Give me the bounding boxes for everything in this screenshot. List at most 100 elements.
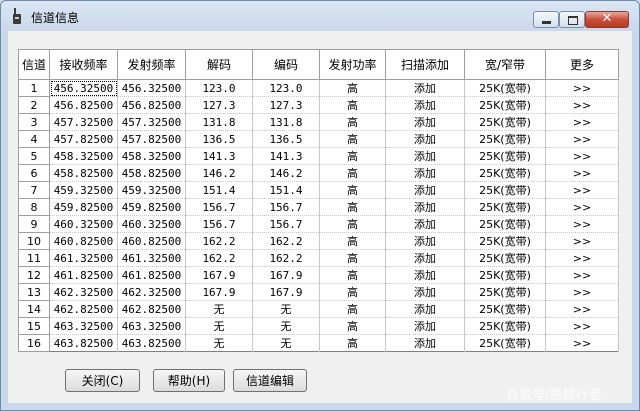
cell-scan-add[interactable]: 添加 [385, 130, 465, 148]
help-button[interactable]: 帮助(H) [153, 369, 225, 392]
cell-rx-frequency[interactable]: 462.32500 [49, 283, 118, 301]
cell-more-button[interactable]: >> [545, 198, 619, 216]
cell-scan-add[interactable]: 添加 [385, 96, 465, 114]
cell-channel-number[interactable]: 4 [18, 130, 50, 148]
cell-more-button[interactable]: >> [545, 181, 619, 199]
cell-bandwidth[interactable]: 25K(宽带) [464, 130, 546, 148]
cell-bandwidth[interactable]: 25K(宽带) [464, 266, 546, 284]
close-window-button[interactable]: ✕ [585, 11, 629, 28]
cell-rx-frequency[interactable]: 457.82500 [49, 130, 118, 148]
cell-tx-power[interactable]: 高 [319, 79, 386, 97]
cell-channel-number[interactable]: 6 [18, 164, 50, 182]
cell-channel-number[interactable]: 12 [18, 266, 50, 284]
cell-tx-frequency[interactable]: 460.32500 [117, 215, 186, 233]
cell-decode-value[interactable]: 156.7 [185, 215, 253, 233]
cell-tx-power[interactable]: 高 [319, 147, 386, 165]
cell-encode-value[interactable]: 156.7 [252, 198, 320, 216]
cell-more-button[interactable]: >> [545, 232, 619, 250]
cell-encode-value[interactable]: 167.9 [252, 266, 320, 284]
col-header-tx-freq[interactable]: 发射频率 [117, 49, 186, 80]
cell-encode-value[interactable]: 162.2 [252, 249, 320, 267]
table-row[interactable]: 13 462.32500 462.32500 167.9 167.9 高添加 25K(宽带)… [18, 283, 619, 301]
cell-tx-frequency[interactable]: 458.32500 [117, 147, 186, 165]
cell-more-button[interactable]: >> [545, 249, 619, 267]
cell-scan-add[interactable]: 添加 [385, 334, 465, 352]
cell-rx-frequency[interactable]: 460.32500 [49, 215, 118, 233]
cell-rx-frequency[interactable]: 456.32500 [49, 79, 118, 97]
cell-decode-value[interactable]: 131.8 [185, 113, 253, 131]
table-row[interactable]: 2 456.82500 456.82500 127.3 127.3 高添加 25K(宽带) >… [18, 96, 619, 114]
cell-rx-frequency[interactable]: 456.82500 [49, 96, 118, 114]
cell-scan-add[interactable]: 添加 [385, 79, 465, 97]
cell-tx-frequency[interactable]: 456.82500 [117, 96, 186, 114]
cell-more-button[interactable]: >> [545, 164, 619, 182]
cell-bandwidth[interactable]: 25K(宽带) [464, 232, 546, 250]
cell-decode-value[interactable]: 162.2 [185, 232, 253, 250]
cell-rx-frequency[interactable]: 460.82500 [49, 232, 118, 250]
cell-more-button[interactable]: >> [545, 96, 619, 114]
cell-bandwidth[interactable]: 25K(宽带) [464, 334, 546, 352]
cell-channel-number[interactable]: 13 [18, 283, 50, 301]
close-button[interactable]: 关闭(C) [65, 369, 140, 392]
col-header-decode[interactable]: 解码 [185, 49, 253, 80]
table-row[interactable]: 15 463.32500 463.32500 无无高添加 25K(宽带) >> [18, 317, 619, 335]
cell-decode-value[interactable]: 136.5 [185, 130, 253, 148]
cell-more-button[interactable]: >> [545, 283, 619, 301]
cell-encode-value[interactable]: 136.5 [252, 130, 320, 148]
cell-tx-frequency[interactable]: 459.32500 [117, 181, 186, 199]
table-row[interactable]: 5 458.32500 458.32500 141.3 141.3 高添加 25K(宽带) >… [18, 147, 619, 165]
cell-decode-value[interactable]: 141.3 [185, 147, 253, 165]
cell-tx-frequency[interactable]: 460.82500 [117, 232, 186, 250]
cell-encode-value[interactable]: 无 [252, 317, 320, 335]
cell-tx-frequency[interactable]: 463.32500 [117, 317, 186, 335]
cell-decode-value[interactable]: 123.0 [185, 79, 253, 97]
cell-scan-add[interactable]: 添加 [385, 198, 465, 216]
cell-more-button[interactable]: >> [545, 147, 619, 165]
cell-rx-frequency[interactable]: 459.82500 [49, 198, 118, 216]
cell-tx-frequency[interactable]: 461.32500 [117, 249, 186, 267]
cell-bandwidth[interactable]: 25K(宽带) [464, 96, 546, 114]
cell-channel-number[interactable]: 15 [18, 317, 50, 335]
cell-tx-frequency[interactable]: 461.82500 [117, 266, 186, 284]
cell-scan-add[interactable]: 添加 [385, 300, 465, 318]
cell-bandwidth[interactable]: 25K(宽带) [464, 147, 546, 165]
cell-channel-number[interactable]: 11 [18, 249, 50, 267]
cell-tx-power[interactable]: 高 [319, 232, 386, 250]
cell-scan-add[interactable]: 添加 [385, 249, 465, 267]
cell-tx-frequency[interactable]: 457.82500 [117, 130, 186, 148]
cell-bandwidth[interactable]: 25K(宽带) [464, 300, 546, 318]
channel-edit-button[interactable]: 信道编辑 [233, 369, 307, 392]
cell-bandwidth[interactable]: 25K(宽带) [464, 79, 546, 97]
cell-encode-value[interactable]: 123.0 [252, 79, 320, 97]
cell-tx-power[interactable]: 高 [319, 130, 386, 148]
cell-bandwidth[interactable]: 25K(宽带) [464, 164, 546, 182]
cell-tx-frequency[interactable]: 457.32500 [117, 113, 186, 131]
table-row[interactable]: 9 460.32500 460.32500 156.7 156.7 高添加 25K(宽带) >… [18, 215, 619, 233]
table-row[interactable]: 16 463.82500 463.82500 无无高添加 25K(宽带) >> [18, 334, 619, 352]
cell-channel-number[interactable]: 2 [18, 96, 50, 114]
cell-encode-value[interactable]: 127.3 [252, 96, 320, 114]
col-header-scan-add[interactable]: 扫描添加 [385, 49, 465, 80]
table-row[interactable]: 6 458.82500 458.82500 146.2 146.2 高添加 25K(宽带) >… [18, 164, 619, 182]
minimize-button[interactable] [533, 11, 559, 28]
cell-more-button[interactable]: >> [545, 300, 619, 318]
cell-bandwidth[interactable]: 25K(宽带) [464, 198, 546, 216]
cell-bandwidth[interactable]: 25K(宽带) [464, 249, 546, 267]
cell-tx-frequency[interactable]: 458.82500 [117, 164, 186, 182]
cell-decode-value[interactable]: 156.7 [185, 198, 253, 216]
cell-tx-frequency[interactable]: 459.82500 [117, 198, 186, 216]
cell-more-button[interactable]: >> [545, 215, 619, 233]
cell-scan-add[interactable]: 添加 [385, 113, 465, 131]
cell-encode-value[interactable]: 无 [252, 300, 320, 318]
cell-tx-frequency[interactable]: 462.82500 [117, 300, 186, 318]
cell-encode-value[interactable]: 167.9 [252, 283, 320, 301]
cell-decode-value[interactable]: 127.3 [185, 96, 253, 114]
col-header-bandwidth[interactable]: 宽/窄带 [464, 49, 546, 80]
cell-bandwidth[interactable]: 25K(宽带) [464, 283, 546, 301]
cell-scan-add[interactable]: 添加 [385, 215, 465, 233]
cell-tx-power[interactable]: 高 [319, 334, 386, 352]
cell-bandwidth[interactable]: 25K(宽带) [464, 215, 546, 233]
cell-decode-value[interactable]: 无 [185, 317, 253, 335]
col-header-encode[interactable]: 编码 [252, 49, 320, 80]
table-row[interactable]: 1 456.32500 456.32500 123.0 123.0 高添加 25K(宽带) >… [18, 79, 619, 97]
